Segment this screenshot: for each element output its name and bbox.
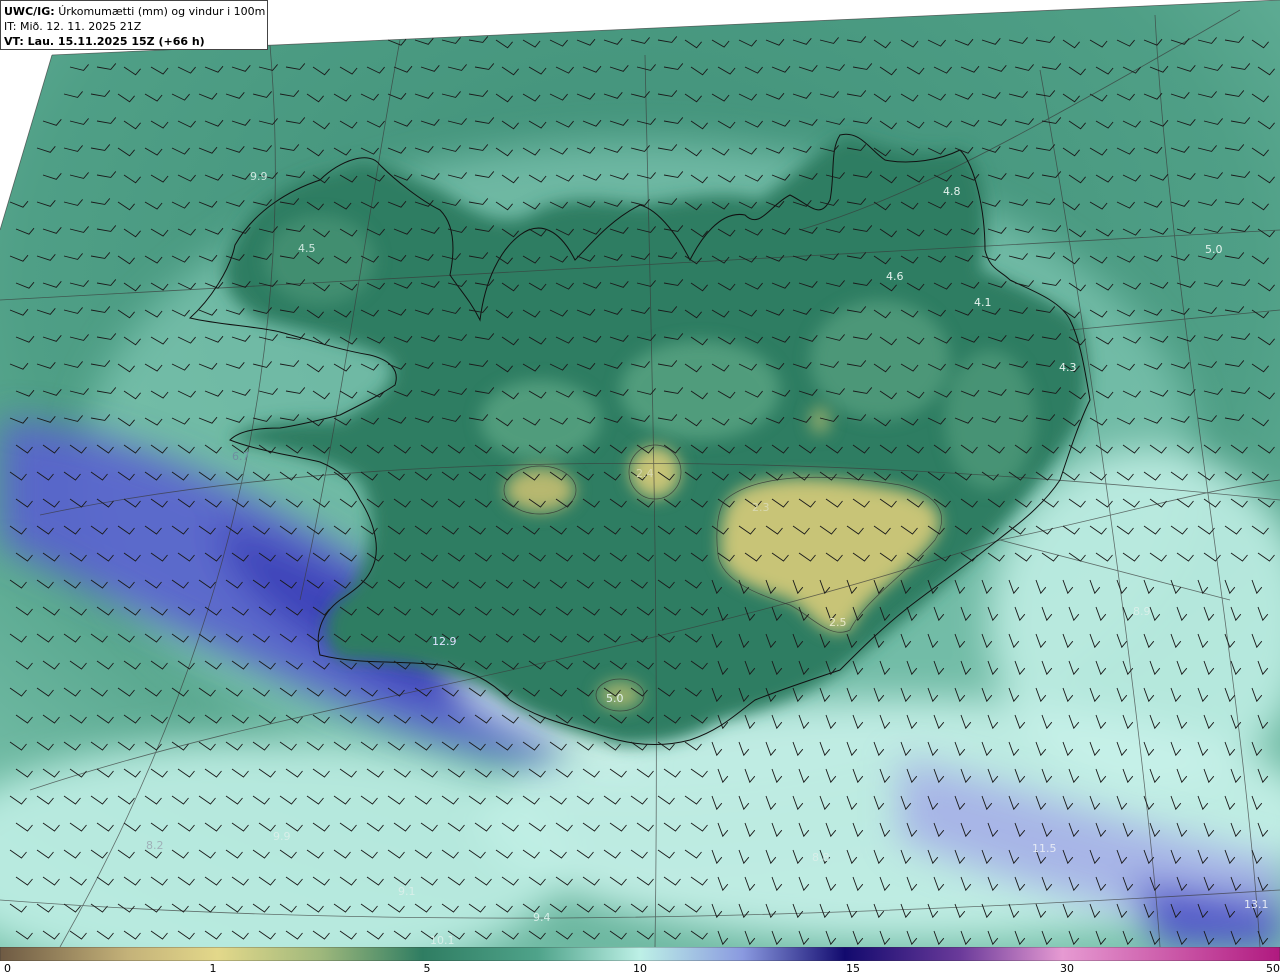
precipitation-map: 9.9 4.5 4.8 5.0 4.6 4.1 4.3 6.7 2.4 2.3 … bbox=[0, 0, 1280, 947]
value-label: 13.1 bbox=[1244, 898, 1269, 911]
colorbar-label: 50 bbox=[1266, 962, 1280, 975]
value-label: 2.4 bbox=[636, 467, 654, 480]
colorbar-labels: 0 1 5 10 15 30 50 bbox=[0, 962, 1280, 978]
colorbar bbox=[0, 947, 1280, 961]
value-label: 4.8 bbox=[943, 185, 961, 198]
value-label: 8.9 bbox=[1133, 605, 1151, 618]
value-label: 4.1 bbox=[974, 296, 992, 309]
value-label: 4.5 bbox=[298, 242, 316, 255]
value-label: 6.7 bbox=[232, 450, 250, 463]
value-label: 11.5 bbox=[1032, 842, 1057, 855]
colorbar-label: 5 bbox=[423, 962, 431, 975]
value-label: 9.9 bbox=[273, 830, 291, 843]
map-title-box: UWC/IG: Úrkomumætti (mm) og vindur i 100… bbox=[0, 0, 268, 50]
value-label: 9.4 bbox=[533, 911, 551, 924]
map-stage: 9.9 4.5 4.8 5.0 4.6 4.1 4.3 6.7 2.4 2.3 … bbox=[0, 0, 1280, 978]
value-label: 5.0 bbox=[1205, 243, 1223, 256]
value-label: 4.3 bbox=[1059, 361, 1077, 374]
field-name: Úrkomumætti (mm) og vindur i 100m hæð bbox=[58, 5, 267, 18]
value-label: 4.6 bbox=[886, 270, 904, 283]
colorbar-label: 0 bbox=[4, 962, 11, 975]
colorbar-label: 30 bbox=[1060, 962, 1074, 975]
colorbar-label: 10 bbox=[633, 962, 647, 975]
initial-time: IT: Mið. 12. 11. 2025 21Z bbox=[4, 20, 142, 33]
value-label: 5.0 bbox=[606, 692, 624, 705]
value-label: 10.1 bbox=[430, 934, 455, 947]
model-name: UWC/IG: bbox=[4, 5, 55, 18]
value-label: 2.5 bbox=[829, 616, 847, 629]
colorbar-label: 15 bbox=[846, 962, 860, 975]
value-label: 12.9 bbox=[432, 635, 457, 648]
value-label: 8.2 bbox=[146, 839, 164, 852]
value-label: 2.3 bbox=[752, 501, 770, 514]
valid-time: VT: Lau. 15.11.2025 15Z (+66 h) bbox=[4, 35, 205, 48]
value-label: 9.9 bbox=[250, 170, 268, 183]
value-label: 8.8 bbox=[812, 851, 830, 864]
value-label: 9.1 bbox=[398, 885, 416, 898]
colorbar-label: 1 bbox=[209, 962, 217, 975]
